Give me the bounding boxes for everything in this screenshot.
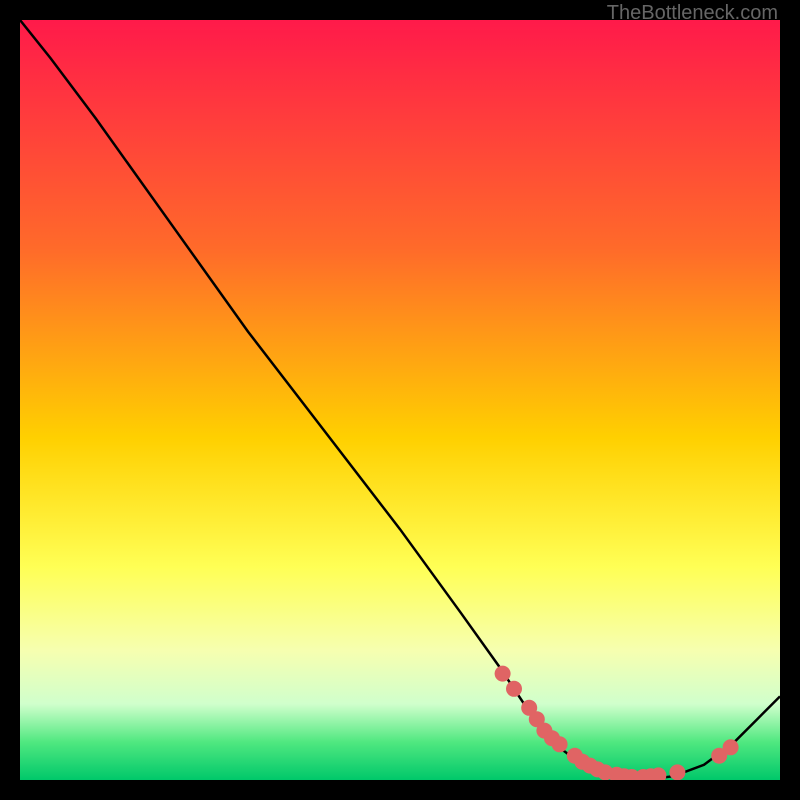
data-marker	[495, 666, 511, 682]
chart-container	[20, 20, 780, 780]
data-marker	[723, 739, 739, 755]
chart-svg	[20, 20, 780, 780]
data-marker	[506, 681, 522, 697]
data-marker	[552, 736, 568, 752]
plot-background	[20, 20, 780, 780]
watermark-text: TheBottleneck.com	[607, 2, 778, 25]
data-marker	[669, 764, 685, 780]
